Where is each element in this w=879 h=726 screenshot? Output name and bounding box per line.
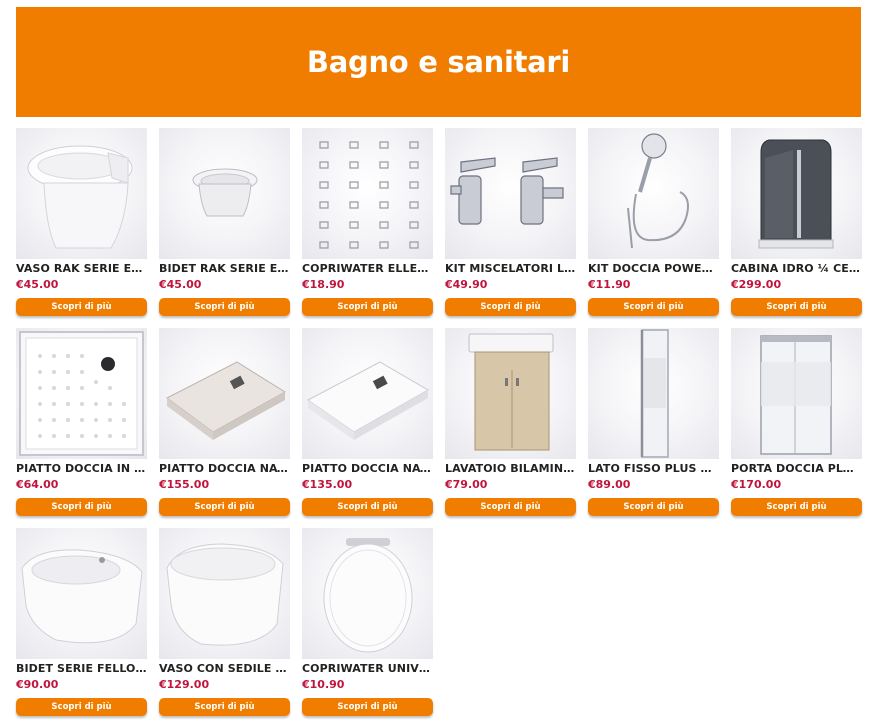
product-title[interactable]: COPRIWATER UNIVERSALE	[302, 662, 433, 675]
product-card: VASO RAK SERIE ELLEN €45.00 Scopri di pi…	[16, 128, 147, 318]
product-title[interactable]: VASO RAK SERIE ELLEN	[16, 262, 147, 275]
discover-more-button[interactable]: Scopri di più	[302, 698, 433, 716]
product-title[interactable]: KIT MISCELATORI LAVABO	[445, 262, 576, 275]
product-price: €170.00	[731, 478, 782, 491]
product-card: CABINA IDRO ¼ CERCHIO €299.00 Scopri di …	[731, 128, 862, 318]
product-card: KIT MISCELATORI LAVABO €49.90 Scopri di …	[445, 128, 576, 318]
product-card: BIDET RAK SERIE ELLEN €45.00 Scopri di p…	[159, 128, 290, 318]
product-title[interactable]: VASO CON SEDILE SOSPESO	[159, 662, 290, 675]
discover-more-button[interactable]: Scopri di più	[302, 298, 433, 316]
product-title[interactable]: CABINA IDRO ¼ CERCHIO	[731, 262, 862, 275]
wall-bidet-image[interactable]	[16, 528, 147, 659]
category-banner: Bagno e sanitari	[16, 7, 861, 117]
toilet-seat-image[interactable]	[302, 528, 433, 659]
discover-more-button[interactable]: Scopri di più	[302, 498, 433, 516]
fixed-panel-image[interactable]	[588, 328, 719, 459]
product-price: €49.90	[445, 278, 488, 291]
product-price: €135.00	[302, 478, 353, 491]
product-title[interactable]: KIT DOCCIA POWER SLIM	[588, 262, 719, 275]
product-title[interactable]: PORTA DOCCIA PLUS SCORREVOLE	[731, 462, 862, 475]
product-title[interactable]: LAVATOIO BILAMINATO	[445, 462, 576, 475]
faucets-image[interactable]	[445, 128, 576, 259]
hinges-image[interactable]	[302, 128, 433, 259]
product-card: VASO CON SEDILE SOSPESO €129.00 Scopri d…	[159, 528, 290, 718]
product-card: COPRIWATER ELLEN RAK €18.90 Scopri di pi…	[302, 128, 433, 318]
product-card: BIDET SERIE FELLON SOSPESO €90.00 Scopri…	[16, 528, 147, 718]
product-card: PORTA DOCCIA PLUS SCORREVOLE €170.00 Sco…	[731, 328, 862, 518]
toilet-image[interactable]	[16, 128, 147, 259]
discover-more-button[interactable]: Scopri di più	[159, 698, 290, 716]
product-title[interactable]: COPRIWATER ELLEN RAK	[302, 262, 433, 275]
discover-more-button[interactable]: Scopri di più	[731, 498, 862, 516]
page-title: Bagno e sanitari	[306, 45, 571, 79]
discover-more-button[interactable]: Scopri di più	[588, 298, 719, 316]
product-card: PIATTO DOCCIA IN CERAMICA €64.00 Scopri …	[16, 328, 147, 518]
wall-toilet-image[interactable]	[159, 528, 290, 659]
product-card: COPRIWATER UNIVERSALE €10.90 Scopri di p…	[302, 528, 433, 718]
discover-more-button[interactable]: Scopri di più	[588, 498, 719, 516]
discover-more-button[interactable]: Scopri di più	[731, 298, 862, 316]
product-title[interactable]: PIATTO DOCCIA NATURA	[159, 462, 290, 475]
product-card: PIATTO DOCCIA NATURA BIANCO €135.00 Scop…	[302, 328, 433, 518]
bidet-image[interactable]	[159, 128, 290, 259]
product-title[interactable]: BIDET SERIE FELLON SOSPESO	[16, 662, 147, 675]
product-price: €45.00	[16, 278, 59, 291]
product-title[interactable]: PIATTO DOCCIA NATURA BIANCO	[302, 462, 433, 475]
product-price: €18.90	[302, 278, 345, 291]
product-price: €45.00	[159, 278, 202, 291]
discover-more-button[interactable]: Scopri di più	[159, 298, 290, 316]
product-price: €155.00	[159, 478, 210, 491]
discover-more-button[interactable]: Scopri di più	[159, 498, 290, 516]
product-price: €90.00	[16, 678, 59, 691]
laundry-cabinet-image[interactable]	[445, 328, 576, 459]
product-price: €79.00	[445, 478, 488, 491]
discover-more-button[interactable]: Scopri di più	[16, 698, 147, 716]
stone-tray-image[interactable]	[159, 328, 290, 459]
shower-kit-image[interactable]	[588, 128, 719, 259]
product-price: €129.00	[159, 678, 210, 691]
product-price: €64.00	[16, 478, 59, 491]
discover-more-button[interactable]: Scopri di più	[16, 498, 147, 516]
white-tray-image[interactable]	[302, 328, 433, 459]
product-card: PIATTO DOCCIA NATURA €155.00 Scopri di p…	[159, 328, 290, 518]
discover-more-button[interactable]: Scopri di più	[16, 298, 147, 316]
shower-door-image[interactable]	[731, 328, 862, 459]
discover-more-button[interactable]: Scopri di più	[445, 498, 576, 516]
product-price: €10.90	[302, 678, 345, 691]
product-title[interactable]: LATO FISSO PLUS 77 CM	[588, 462, 719, 475]
product-price: €299.00	[731, 278, 782, 291]
product-price: €11.90	[588, 278, 631, 291]
ceramic-tray-image[interactable]	[16, 328, 147, 459]
product-card: LATO FISSO PLUS 77 CM €89.00 Scopri di p…	[588, 328, 719, 518]
product-card: KIT DOCCIA POWER SLIM €11.90 Scopri di p…	[588, 128, 719, 318]
product-card: LAVATOIO BILAMINATO €79.00 Scopri di più	[445, 328, 576, 518]
product-title[interactable]: BIDET RAK SERIE ELLEN	[159, 262, 290, 275]
product-title[interactable]: PIATTO DOCCIA IN CERAMICA	[16, 462, 147, 475]
product-price: €89.00	[588, 478, 631, 491]
shower-cabin-image[interactable]	[731, 128, 862, 259]
discover-more-button[interactable]: Scopri di più	[445, 298, 576, 316]
